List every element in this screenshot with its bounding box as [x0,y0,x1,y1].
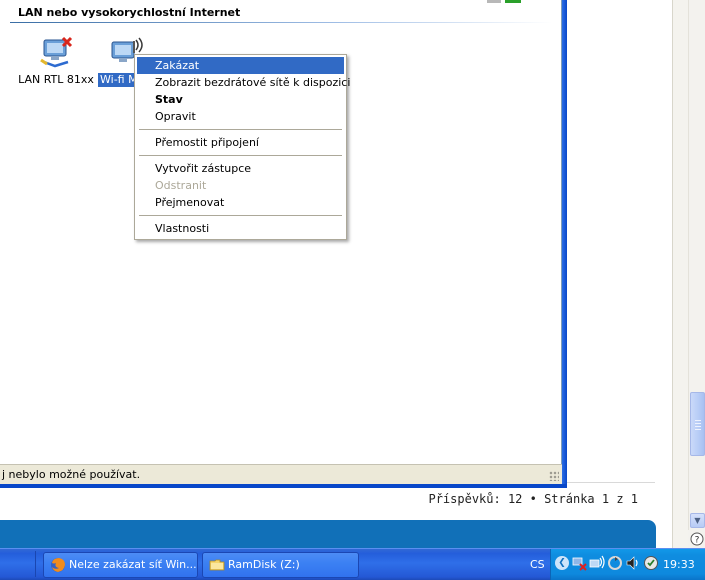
taskbar-button-label: Nelze zakázat síť Win... [69,558,197,571]
toolbar-button-fragment [487,0,501,3]
taskbar-button-label: RamDisk (Z:) [228,558,300,571]
firefox-icon [51,558,65,572]
network-disconnected-icon [40,36,73,68]
group-header: LAN nebo vysokorychlostní Internet [18,6,241,19]
window-frame-bottom[interactable] [0,484,567,488]
svg-text:?: ? [694,536,699,546]
tray-expand-icon[interactable]: ❮ [555,556,569,570]
scroll-down-arrow-icon[interactable]: ▼ [690,513,705,528]
status-bar: j nebylo možné používat. [0,464,562,484]
menu-item-view-wireless-networks[interactable]: Zobrazit bezdrátové sítě k dispozici [137,74,350,91]
menu-separator [139,129,342,130]
clock[interactable]: 19:33 [663,558,695,571]
taskbar-button-firefox[interactable]: Nelze zakázat síť Win... [43,552,198,578]
menu-separator [139,155,342,156]
toolbar-button-fragment [505,0,521,3]
connection-label-selected: Wi-fi Mi [98,73,138,87]
menu-separator [139,215,342,216]
menu-item-disable[interactable]: Zakázat [137,57,344,74]
menu-item-rename[interactable]: Přejmenovat [137,194,344,211]
connection-lan[interactable]: LAN RTL 81xx [16,36,96,86]
taskbar-button-ramdisk[interactable]: RamDisk (Z:) [202,552,359,578]
window-frame-right[interactable] [562,0,567,488]
menu-item-bridge-connections[interactable]: Přemostit připojení [137,134,344,151]
menu-item-delete: Odstranit [155,179,207,192]
folder-icon [209,559,225,571]
menu-item-properties[interactable]: Vlastnosti [137,220,344,237]
sync-icon[interactable] [607,555,623,571]
menu-item-create-shortcut[interactable]: Vytvořit zástupce [137,160,344,177]
menu-item-status[interactable]: Stav [137,91,344,108]
quick-launch-area [0,551,36,577]
network-error-icon[interactable] [571,555,587,571]
group-header-underline [10,22,552,23]
security-shield-icon[interactable] [643,555,659,571]
connection-label: LAN RTL 81xx [18,73,94,86]
status-text: j nebylo možné používat. [2,468,141,481]
taskbar: Nelze zakázat síť Win... RamDisk (Z:) CS… [0,548,705,580]
page-side-strip [672,0,688,548]
volume-icon[interactable] [625,555,641,571]
page-scrollbar[interactable]: ▼ [688,0,705,530]
menu-item-repair[interactable]: Opravit [137,108,344,125]
resize-grip[interactable] [549,471,559,481]
help-icon[interactable]: ? [688,530,705,548]
system-tray: ❮ 19:33 [550,549,705,580]
post-count-pagination: Příspěvků: 12 • Stránka 1 z 1 [428,492,638,506]
wireless-tray-icon[interactable] [589,555,605,571]
language-indicator[interactable]: CS [530,558,545,571]
scrollbar-thumb[interactable] [690,392,705,456]
context-menu: Zakázat Zobrazit bezdrátové sítě k dispo… [134,54,350,240]
page-footer-bar [0,520,656,548]
